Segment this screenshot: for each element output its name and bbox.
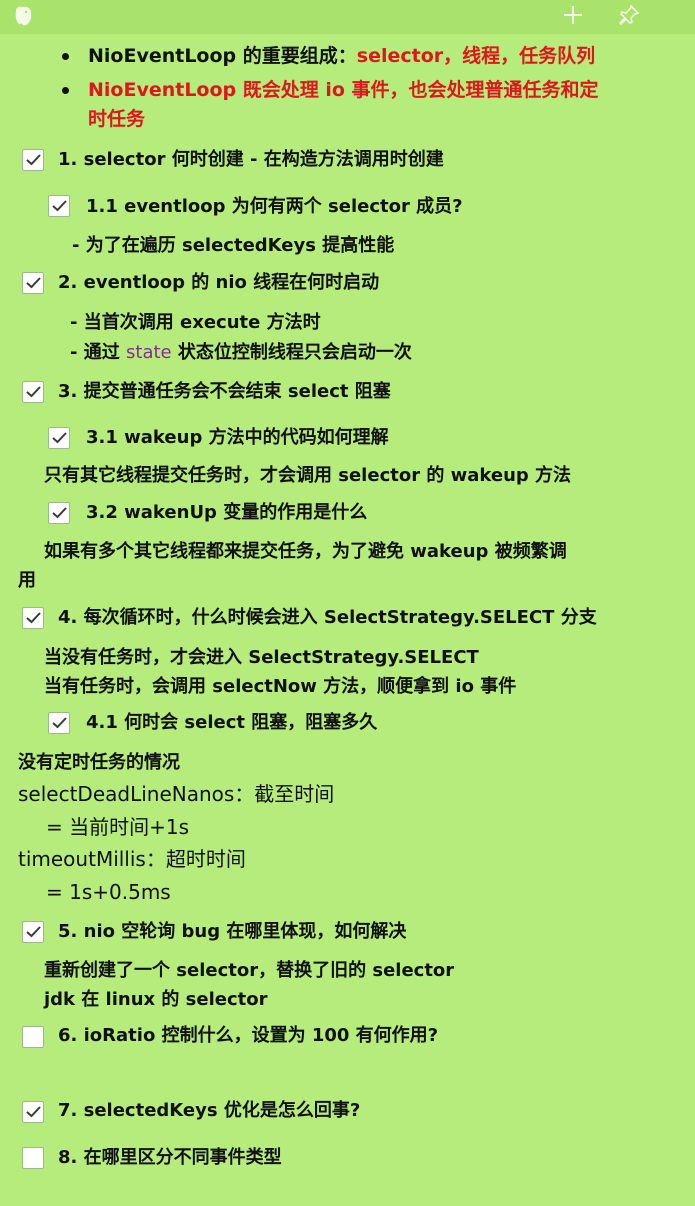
checkbox-q4[interactable] <box>22 607 44 629</box>
checkbox-q1-1[interactable] <box>48 195 70 217</box>
question-8: 8. 在哪里区分不同事件类型 <box>58 1147 282 1168</box>
checkbox-q1[interactable] <box>22 149 44 171</box>
checkbox-q6[interactable] <box>22 1026 44 1048</box>
checkbox-q8[interactable] <box>22 1147 44 1169</box>
checkbox-q3[interactable] <box>22 381 44 403</box>
answer-2-2: - 通过 state 状态位控制线程只会启动一次 <box>70 340 412 366</box>
note-body[interactable]: NioEventLoop 的重要组成：selector，线程，任务队列 NioE… <box>0 34 695 1206</box>
bullet-dot <box>62 87 69 94</box>
state-code: state <box>126 342 172 363</box>
question-3: 3. 提交普通任务会不会结束 select 阻塞 <box>58 381 391 402</box>
answer-2-1: - 当首次调用 execute 方法时 <box>70 312 321 333</box>
answer-4-1-line-3: timeoutMillis：超时时间 <box>18 847 246 871</box>
question-3-1: 3.1 wakeup 方法中的代码如何理解 <box>86 427 389 448</box>
answer-2-2-suffix: 状态位控制线程只会启动一次 <box>171 342 412 363</box>
bullet-1-text: NioEventLoop 的重要组成： <box>88 45 357 67</box>
elephant-icon[interactable] <box>12 4 34 35</box>
title-bar <box>0 0 695 34</box>
answer-3-1: 只有其它线程提交任务时，才会调用 selector 的 wakeup 方法 <box>44 465 572 486</box>
answer-5-1: 重新创建了一个 selector，替换了旧的 selector <box>44 960 455 981</box>
question-4: 4. 每次循环时，什么时候会进入 SelectStrategy.SELECT 分… <box>58 607 597 628</box>
checkbox-q2[interactable] <box>22 272 44 294</box>
checkbox-q5[interactable] <box>22 921 44 943</box>
question-7: 7. selectedKeys 优化是怎么回事? <box>58 1100 361 1121</box>
question-5: 5. nio 空轮询 bug 在哪里体现，如何解决 <box>58 921 407 942</box>
question-2: 2. eventloop 的 nio 线程在何时启动 <box>58 272 380 293</box>
bullet-2-line-2: 时任务 <box>88 108 146 130</box>
pin-icon[interactable] <box>618 4 640 33</box>
bullet-2-line-1: NioEventLoop 既会处理 io 事件，也会处理普通任务和定 <box>88 79 599 101</box>
answer-1-1: - 为了在遍历 selectedKeys 提高性能 <box>72 235 395 256</box>
question-6: 6. ioRatio 控制什么，设置为 100 有何作用? <box>58 1025 439 1046</box>
answer-2-2-prefix: - 通过 <box>70 342 127 363</box>
checkbox-q7[interactable] <box>22 1101 44 1123</box>
checkbox-q4-1[interactable] <box>48 712 70 734</box>
answer-4-1: 当没有任务时，才会进入 SelectStrategy.SELECT <box>44 647 479 668</box>
bullet-dot <box>62 53 69 60</box>
question-1: 1. selector 何时创建 - 在构造方法调用时创建 <box>58 149 444 170</box>
answer-4-2: 当有任务时，会调用 selectNow 方法，顺便拿到 io 事件 <box>44 676 517 697</box>
checkbox-q3-2[interactable] <box>48 502 70 524</box>
bullet-1-highlight: selector，线程，任务队列 <box>356 45 596 67</box>
answer-4-1-line-4: = 1s+0.5ms <box>46 880 171 904</box>
checkbox-q3-1[interactable] <box>48 427 70 449</box>
answer-3-2-line-2: 用 <box>18 570 36 591</box>
answer-3-2-line-1: 如果有多个其它线程都来提交任务，为了避免 wakeup 被频繁调 <box>44 541 567 562</box>
answer-4-1-line-2: = 当前时间+1s <box>46 815 190 839</box>
answer-5-2: jdk 在 linux 的 selector <box>44 989 268 1010</box>
question-3-2: 3.2 wakenUp 变量的作用是什么 <box>86 502 368 523</box>
question-4-1: 4.1 何时会 select 阻塞，阻塞多久 <box>86 712 378 733</box>
plus-icon[interactable] <box>562 4 584 33</box>
answer-4-1-line-1: selectDeadLineNanos：截至时间 <box>18 782 335 806</box>
bullet-1: NioEventLoop 的重要组成：selector，线程，任务队列 <box>88 43 595 69</box>
question-1-1: 1.1 eventloop 为何有两个 selector 成员? <box>86 196 463 217</box>
answer-4-1-heading: 没有定时任务的情况 <box>18 752 180 773</box>
